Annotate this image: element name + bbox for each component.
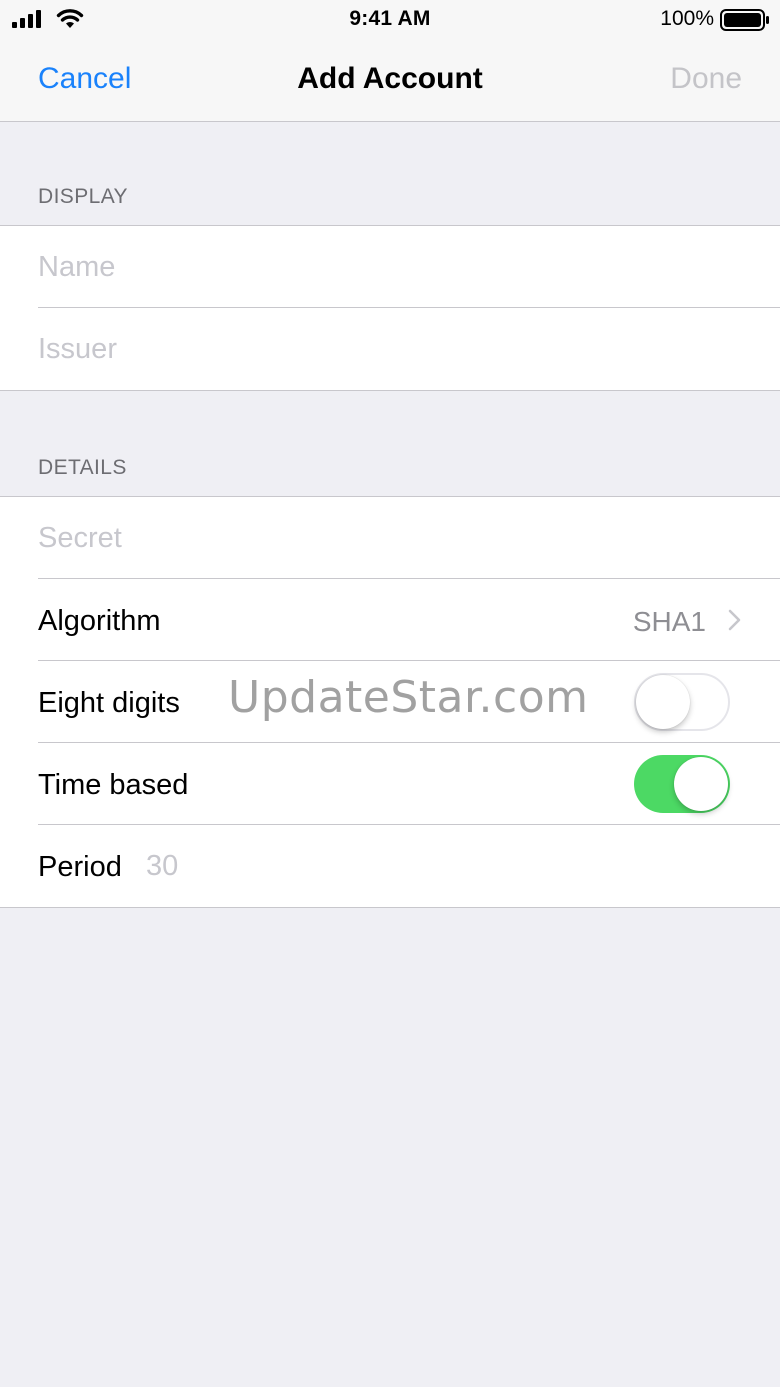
battery-percent: 100%	[660, 7, 714, 30]
name-row	[38, 226, 780, 308]
period-input[interactable]	[146, 825, 446, 907]
time-based-toggle[interactable]	[634, 755, 730, 813]
details-group: Algorithm SHA1 Eight digits Time based P…	[0, 496, 780, 908]
battery-icon	[720, 9, 769, 31]
issuer-row	[38, 308, 780, 390]
algorithm-label: Algorithm	[38, 605, 161, 637]
toggle-knob	[674, 757, 728, 811]
display-section-header: DISPLAY	[38, 185, 128, 208]
time-based-row: Time based	[38, 743, 780, 825]
eight-digits-label: Eight digits	[38, 687, 180, 719]
eight-digits-toggle[interactable]	[634, 673, 730, 731]
display-group	[0, 225, 780, 391]
details-section-header: DETAILS	[38, 456, 127, 479]
navigation-bar: Cancel Add Account Done	[0, 40, 780, 122]
eight-digits-row: Eight digits	[38, 661, 780, 743]
period-label: Period	[38, 851, 122, 883]
done-button[interactable]: Done	[670, 62, 742, 96]
name-input[interactable]	[38, 226, 738, 308]
status-bar: 9:41 AM 100%	[0, 0, 780, 40]
chevron-right-icon	[728, 609, 741, 631]
page-title: Add Account	[297, 62, 483, 95]
period-row: Period	[38, 825, 780, 907]
algorithm-row[interactable]: Algorithm SHA1	[38, 579, 780, 661]
issuer-input[interactable]	[38, 308, 738, 390]
toggle-knob	[636, 675, 690, 729]
time-based-label: Time based	[38, 769, 189, 801]
algorithm-value: SHA1	[632, 606, 706, 637]
secret-row	[38, 497, 780, 579]
secret-input[interactable]	[38, 497, 738, 579]
